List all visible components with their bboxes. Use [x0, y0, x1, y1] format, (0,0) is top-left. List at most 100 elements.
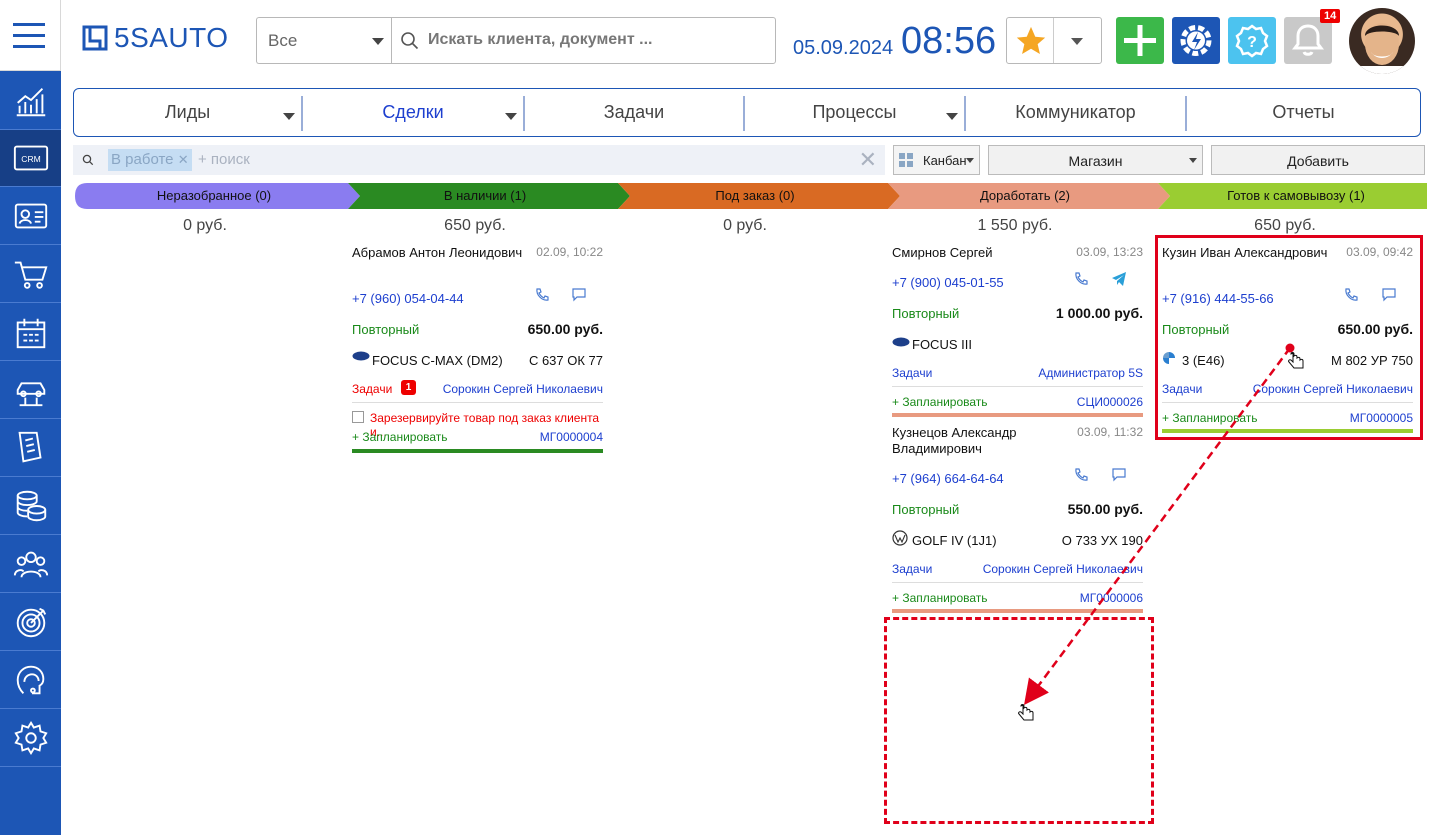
client-name[interactable]: Смирнов Сергей — [892, 245, 1072, 261]
chevron-down-icon[interactable] — [505, 113, 517, 120]
filter-chip-label: В работе — [111, 151, 174, 168]
finance-icon[interactable] — [0, 478, 61, 535]
tab-leads[interactable]: Лиды — [74, 89, 301, 136]
plan-link[interactable]: + Запланировать — [892, 591, 988, 605]
calendar-icon[interactable] — [0, 304, 61, 361]
tasks-link[interactable]: Задачи — [892, 562, 932, 576]
search-scope-value: Все — [268, 31, 298, 50]
tab-label: Задачи — [603, 102, 665, 122]
add-deal-button[interactable]: Добавить — [1211, 145, 1425, 175]
documents-icon[interactable] — [0, 420, 61, 477]
notifications-button[interactable] — [1284, 17, 1332, 64]
settings-icon[interactable] — [0, 710, 61, 767]
phone-icon[interactable] — [1073, 271, 1089, 287]
client-name[interactable]: Кузнецов Александр Владимирович — [892, 425, 1092, 457]
view-label: Канбан — [923, 153, 967, 168]
avatar[interactable] — [1349, 8, 1415, 74]
deal-number[interactable]: МГ0000004 — [540, 430, 603, 444]
search-input[interactable]: Искать клиента, документ ... — [391, 17, 776, 64]
tab-tasks[interactable]: Задачи — [525, 89, 743, 136]
filter-chip[interactable]: В работе ✕ — [108, 149, 192, 171]
tab-reports[interactable]: Отчеты — [1187, 89, 1420, 136]
cart-icon[interactable] — [0, 246, 61, 303]
telegram-icon[interactable] — [1111, 271, 1127, 287]
deal-datetime: 03.09, 11:32 — [1077, 425, 1143, 439]
responsible[interactable]: Администратор 5S — [1038, 366, 1143, 380]
search-icon — [82, 154, 94, 166]
plus-icon — [1124, 25, 1156, 56]
task-checkbox[interactable] — [352, 411, 364, 423]
deal-datetime: 03.09, 13:23 — [1076, 245, 1143, 259]
filter-search-input[interactable]: + поиск — [198, 151, 250, 168]
chat-icon[interactable] — [1111, 466, 1127, 482]
logo[interactable]: 5SAUTO — [82, 22, 229, 54]
deal-number[interactable]: СЦИ000026 — [1077, 395, 1143, 409]
tasks-link[interactable]: Задачи — [892, 366, 932, 380]
tab-label: Лиды — [164, 102, 211, 122]
search-scope-select[interactable]: Все — [256, 17, 392, 64]
clear-icon[interactable]: ✕ — [859, 147, 877, 173]
car-model: GOLF IV (1J1) — [912, 533, 997, 548]
help-button[interactable]: ? — [1228, 17, 1276, 64]
chevron-down-icon[interactable] — [946, 113, 958, 120]
deal-card[interactable]: Смирнов Сергей 03.09, 13:23 +7 (900) 045… — [892, 245, 1143, 417]
help-icon: ? — [1235, 24, 1269, 58]
current-date: 05.09.2024 — [793, 37, 894, 59]
view-select[interactable]: Канбан — [893, 145, 980, 175]
team-icon[interactable] — [0, 536, 61, 593]
tab-deals[interactable]: Сделки — [303, 89, 523, 136]
crm-icon[interactable]: CRM — [0, 130, 61, 187]
responsible[interactable]: Сорокин Сергей Николаевич — [983, 562, 1143, 576]
car-lift-icon[interactable] — [0, 362, 61, 419]
favorites-button[interactable] — [1006, 17, 1102, 64]
stage-sum: 650 руб. — [1254, 217, 1316, 234]
deal-datetime: 02.09, 10:22 — [536, 245, 603, 259]
stage-label: Доработать (2) — [979, 188, 1070, 203]
support-icon[interactable] — [0, 652, 61, 709]
stage-sum: 1 550 руб. — [977, 217, 1053, 234]
tasks-link[interactable]: Задачи — [352, 382, 392, 396]
analytics-icon[interactable] — [0, 73, 61, 130]
menu-icon[interactable] — [0, 0, 61, 71]
service-button[interactable] — [1172, 17, 1220, 64]
crm-label: CRM — [21, 154, 40, 164]
kanban-icon — [899, 153, 913, 167]
deal-card[interactable]: Кузнецов Александр Владимирович 03.09, 1… — [892, 425, 1143, 615]
client-phone[interactable]: +7 (960) 054-04-44 — [352, 291, 464, 306]
client-type: Повторный — [892, 306, 960, 321]
svg-text:?: ? — [1247, 34, 1257, 51]
chevron-down-icon[interactable] — [1071, 38, 1083, 45]
tasks-badge: 1 — [401, 380, 416, 395]
phone-icon[interactable] — [534, 287, 550, 303]
tab-processes[interactable]: Процессы — [745, 89, 964, 136]
deal-price: 1 000.00 руб. — [1055, 305, 1143, 321]
deal-card[interactable]: Абрамов Антон Леонидович 02.09, 10:22 +7… — [352, 245, 603, 455]
stage-label: Готов к самовывозу (1) — [1227, 188, 1365, 203]
filter-bar[interactable]: В работе ✕ + поиск ✕ — [73, 145, 885, 175]
deal-number[interactable]: МГ0000006 — [1080, 591, 1143, 605]
store-select[interactable]: Магазин — [988, 145, 1203, 175]
logo-text: 5SAUTO — [114, 22, 229, 53]
client-phone[interactable]: +7 (964) 664-64-64 — [892, 471, 1004, 486]
tab-label: Сделки — [382, 102, 444, 122]
close-icon[interactable]: ✕ — [178, 152, 189, 167]
client-phone[interactable]: +7 (900) 045-01-55 — [892, 275, 1004, 290]
contacts-icon[interactable] — [0, 188, 61, 245]
phone-icon[interactable] — [1073, 467, 1089, 483]
target-icon[interactable] — [0, 594, 61, 651]
store-label: Магазин — [1068, 153, 1123, 169]
stage-label: В наличии (1) — [443, 188, 527, 203]
vw-logo-icon — [892, 530, 908, 546]
tab-label: Коммуникатор — [1015, 102, 1136, 122]
search-icon — [401, 32, 419, 50]
responsible[interactable]: Сорокин Сергей Николаевич — [443, 382, 603, 396]
plan-link[interactable]: + Запланировать — [892, 395, 988, 409]
add-button[interactable] — [1116, 17, 1164, 64]
chevron-down-icon[interactable] — [283, 113, 295, 120]
tab-communicator[interactable]: Коммуникатор — [966, 89, 1185, 136]
chevron-down-icon — [372, 38, 384, 45]
car-model: FOCUS III — [912, 337, 972, 352]
chat-icon[interactable] — [571, 286, 587, 302]
plan-link[interactable]: + Запланировать — [352, 430, 448, 444]
client-name[interactable]: Абрамов Антон Леонидович — [352, 245, 532, 261]
